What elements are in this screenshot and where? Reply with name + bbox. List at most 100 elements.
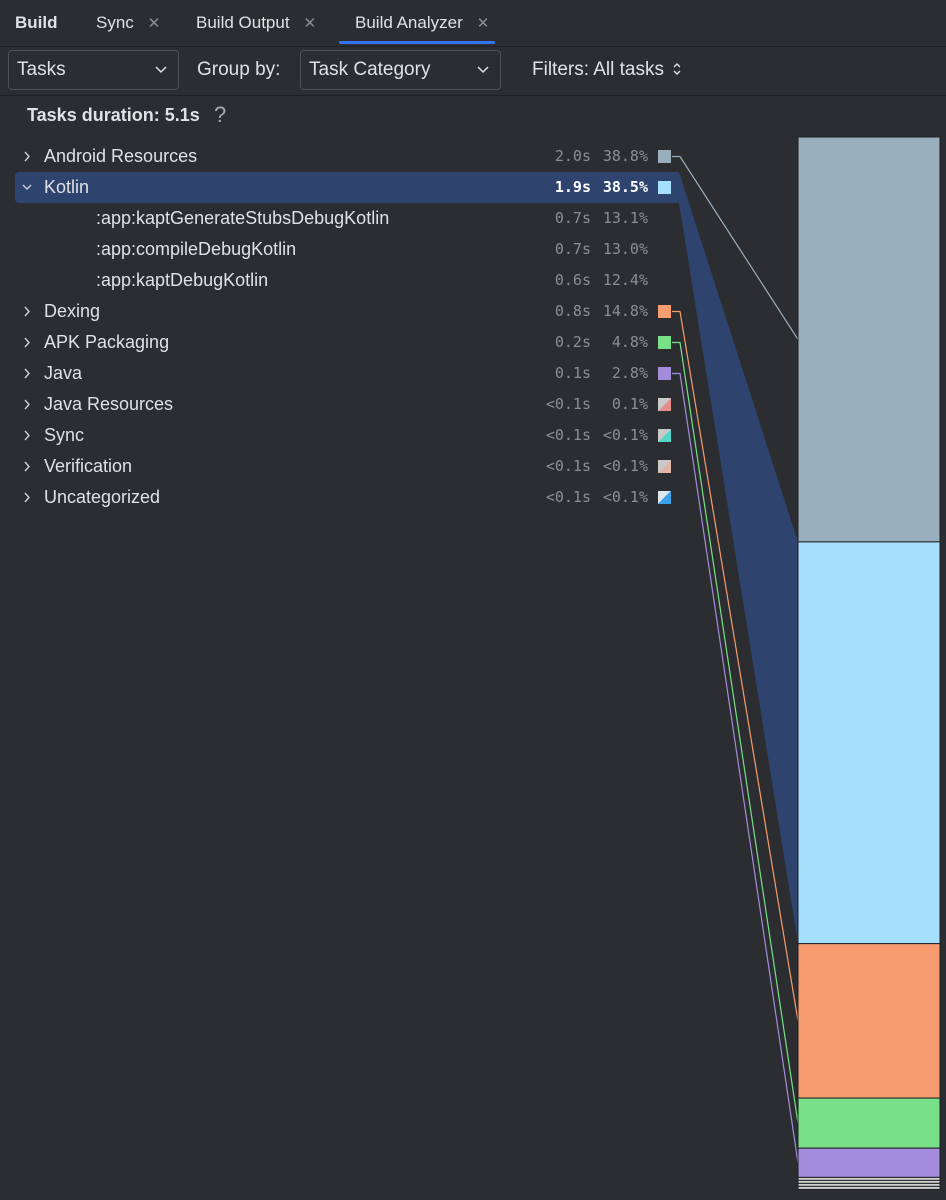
- category-row[interactable]: Java 0.1s 2.8%: [15, 358, 679, 389]
- selection-connector: [679, 172, 798, 944]
- row-percent: 4.8%: [611, 333, 648, 351]
- chevron-right-icon[interactable]: [20, 420, 34, 451]
- legend-swatch: [658, 398, 671, 411]
- view-select[interactable]: Tasks: [8, 50, 179, 90]
- filters-label: Filters: All tasks: [532, 59, 664, 80]
- legend-swatch: [658, 460, 671, 473]
- tab-sync-label: Sync: [96, 13, 134, 32]
- category-row[interactable]: APK Packaging 0.2s 4.8%: [15, 327, 679, 358]
- task-row[interactable]: :app:kaptGenerateStubsDebugKotlin 0.7s 13.…: [15, 203, 679, 234]
- category-row[interactable]: Sync <0.1s <0.1%: [15, 420, 679, 451]
- chevron-right-icon[interactable]: [20, 358, 34, 389]
- chart-segment-uncategorized[interactable]: [797, 1185, 941, 1190]
- row-duration: 0.6s: [554, 271, 591, 289]
- connector-line: [672, 155, 799, 340]
- filters-dropdown[interactable]: Filters: All tasks: [532, 47, 682, 93]
- chart-segment-android-resources[interactable]: [797, 136, 941, 543]
- chevron-down-icon: [477, 66, 489, 74]
- row-name: Verification: [44, 456, 133, 476]
- category-row[interactable]: Kotlin 1.9s 38.5%: [15, 172, 679, 203]
- view-select-value: Tasks: [17, 59, 66, 80]
- chevron-right-icon[interactable]: [20, 327, 34, 358]
- chevron-right-icon[interactable]: [20, 482, 34, 513]
- task-row[interactable]: :app:compileDebugKotlin 0.7s 13.0%: [15, 234, 679, 265]
- row-name: Uncategorized: [44, 487, 161, 507]
- tasks-duration-title: Tasks duration: 5.1s: [27, 105, 200, 125]
- row-percent: <0.1%: [602, 426, 648, 444]
- category-row[interactable]: Android Resources 2.0s 38.8%: [15, 141, 679, 172]
- group-by-select-value: Task Category: [309, 59, 431, 80]
- chevron-right-icon[interactable]: [20, 451, 34, 482]
- row-duration: 2.0s: [554, 147, 591, 165]
- tab-build-label: Build: [15, 13, 58, 32]
- chart-segment-dexing[interactable]: [797, 943, 941, 1099]
- connector-line: [672, 310, 799, 1021]
- category-row[interactable]: Java Resources <0.1s 0.1%: [15, 389, 679, 420]
- row-duration: 0.2s: [554, 333, 591, 351]
- row-name: Java: [44, 363, 83, 383]
- chevron-right-icon[interactable]: [20, 296, 34, 327]
- row-percent: 38.8%: [602, 147, 648, 165]
- row-percent: 13.0%: [602, 240, 648, 258]
- row-name: :app:compileDebugKotlin: [96, 239, 297, 259]
- question-icon[interactable]: ?: [214, 96, 226, 134]
- category-row[interactable]: Verification <0.1s <0.1%: [15, 451, 679, 482]
- chart-segment-kotlin[interactable]: [797, 541, 941, 945]
- row-percent: 2.8%: [611, 364, 648, 382]
- row-name: APK Packaging: [44, 332, 170, 352]
- close-icon[interactable]: ✕: [304, 15, 317, 32]
- category-row[interactable]: Uncategorized <0.1s <0.1%: [15, 482, 679, 513]
- task-row[interactable]: :app:kaptDebugKotlin 0.6s 12.4%: [15, 265, 679, 296]
- row-name: Java Resources: [44, 394, 174, 414]
- row-percent: 38.5%: [602, 178, 648, 196]
- row-percent: 0.1%: [611, 395, 648, 413]
- legend-swatch: [658, 429, 671, 442]
- chevron-down-icon: [155, 66, 167, 74]
- legend-swatch: [658, 491, 671, 504]
- row-percent: <0.1%: [602, 488, 648, 506]
- legend-swatch: [658, 150, 671, 163]
- chart-segment-java[interactable]: [797, 1147, 941, 1178]
- row-percent: 13.1%: [602, 209, 648, 227]
- tab-build[interactable]: Build: [15, 0, 58, 46]
- close-icon[interactable]: ✕: [477, 15, 490, 32]
- row-duration: 1.9s: [554, 178, 591, 196]
- chevron-right-icon[interactable]: [20, 141, 34, 172]
- legend-swatch: [658, 336, 671, 349]
- row-name: Dexing: [44, 301, 101, 321]
- sort-updown-icon: [673, 63, 681, 75]
- row-duration: 0.1s: [554, 364, 591, 382]
- legend-swatch: [658, 305, 671, 318]
- tool-window-tab-bar: Build Sync ✕ Build Output ✕ Build Analyzer…: [0, 0, 946, 47]
- row-name: :app:kaptDebugKotlin: [96, 270, 269, 290]
- tab-sync[interactable]: Sync ✕: [96, 0, 160, 46]
- row-duration: <0.1s: [545, 426, 591, 444]
- tab-build-output[interactable]: Build Output ✕: [196, 0, 316, 46]
- row-name: Android Resources: [44, 146, 198, 166]
- legend-swatch: [658, 181, 671, 194]
- row-name: Sync: [44, 425, 85, 445]
- chart-segment-apk-packaging[interactable]: [797, 1097, 941, 1149]
- row-name: Kotlin: [44, 177, 90, 197]
- analyzer-toolbar: Tasks Group by: Task Category Filters: A…: [0, 47, 946, 96]
- row-duration: 0.7s: [554, 209, 591, 227]
- chevron-right-icon[interactable]: [20, 389, 34, 420]
- connector-line: [672, 372, 799, 1163]
- tab-build-analyzer-label: Build Analyzer: [355, 13, 463, 32]
- row-name: :app:kaptGenerateStubsDebugKotlin: [96, 208, 390, 228]
- row-duration: 0.7s: [554, 240, 591, 258]
- connector-line: [672, 341, 799, 1124]
- tab-build-output-label: Build Output: [196, 13, 290, 32]
- group-by-select[interactable]: Task Category: [300, 50, 501, 90]
- row-duration: 0.8s: [554, 302, 591, 320]
- row-duration: <0.1s: [545, 395, 591, 413]
- chevron-down-icon[interactable]: [20, 172, 34, 203]
- row-duration: <0.1s: [545, 457, 591, 475]
- row-duration: <0.1s: [545, 488, 591, 506]
- category-row[interactable]: Dexing 0.8s 14.8%: [15, 296, 679, 327]
- group-by-label: Group by:: [197, 59, 281, 80]
- row-percent: 12.4%: [602, 271, 648, 289]
- close-icon[interactable]: ✕: [148, 15, 161, 32]
- legend-swatch: [658, 367, 671, 380]
- tab-build-analyzer[interactable]: Build Analyzer ✕: [338, 0, 496, 46]
